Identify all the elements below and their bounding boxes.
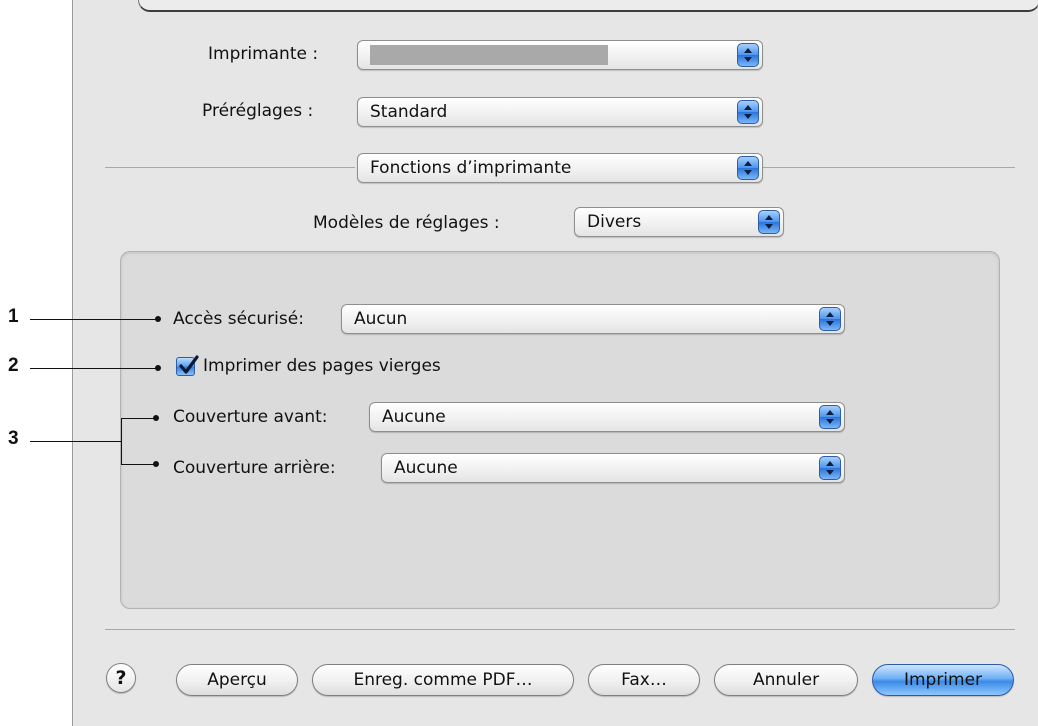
callout-number-3: 3 [8, 428, 19, 449]
bottom-separator [105, 629, 1015, 630]
callout-dot-2 [155, 365, 161, 371]
settings-models-value: Divers [587, 212, 642, 232]
checkmark-icon [179, 355, 199, 374]
blank-pages-label: Imprimer des pages vierges [203, 356, 441, 376]
help-button[interactable]: ? [106, 663, 136, 693]
callout-leader-1 [30, 319, 158, 320]
callout-dot-1 [155, 316, 161, 322]
separator-right [763, 167, 1015, 168]
callout-dot-3a [153, 415, 159, 421]
panel-select-popup[interactable]: Fonctions d’imprimante [357, 153, 763, 183]
callout-bracket-3 [121, 418, 122, 464]
callout-branch-3b [121, 464, 156, 465]
back-cover-value: Aucune [394, 458, 458, 478]
callout-branch-3a [121, 418, 156, 419]
sheet-top-edge [138, 0, 1038, 12]
printer-label: Imprimante : [208, 44, 319, 64]
secure-access-value: Aucun [354, 309, 408, 329]
printer-name-redacted [370, 45, 608, 65]
back-cover-label: Couverture arrière: [173, 458, 336, 478]
callout-number-1: 1 [8, 306, 19, 327]
secure-access-label: Accès sécurisé: [173, 309, 304, 329]
presets-popup[interactable]: Standard [357, 97, 763, 127]
callout-leader-3 [30, 441, 122, 442]
save-as-pdf-button[interactable]: Enreg. comme PDF… [312, 664, 574, 696]
popup-stepper-icon [819, 456, 841, 480]
popup-stepper-icon [737, 156, 759, 180]
preview-button[interactable]: Aperçu [176, 664, 298, 696]
callout-leader-2 [30, 368, 158, 369]
fax-button[interactable]: Fax… [588, 664, 700, 696]
settings-models-popup[interactable]: Divers [574, 207, 784, 237]
popup-stepper-icon [758, 210, 780, 234]
front-cover-popup[interactable]: Aucune [369, 402, 845, 432]
popup-stepper-icon [737, 43, 759, 67]
cancel-button[interactable]: Annuler [714, 664, 858, 696]
back-cover-popup[interactable]: Aucune [381, 453, 845, 483]
panel-select-value: Fonctions d’imprimante [370, 158, 572, 178]
front-cover-value: Aucune [382, 407, 446, 427]
popup-stepper-icon [737, 100, 759, 124]
callout-dot-3b [153, 461, 159, 467]
settings-models-label: Modèles de réglages : [313, 213, 500, 233]
blank-pages-checkbox[interactable] [176, 355, 199, 376]
separator-left [105, 167, 355, 168]
callout-number-2: 2 [8, 355, 19, 376]
secure-access-popup[interactable]: Aucun [341, 304, 845, 334]
print-button[interactable]: Imprimer [872, 664, 1014, 696]
presets-label: Préréglages : [202, 101, 314, 121]
popup-stepper-icon [819, 405, 841, 429]
front-cover-label: Couverture avant: [173, 407, 328, 427]
printer-popup[interactable] [357, 40, 763, 70]
popup-stepper-icon [819, 307, 841, 331]
presets-value: Standard [370, 102, 448, 122]
